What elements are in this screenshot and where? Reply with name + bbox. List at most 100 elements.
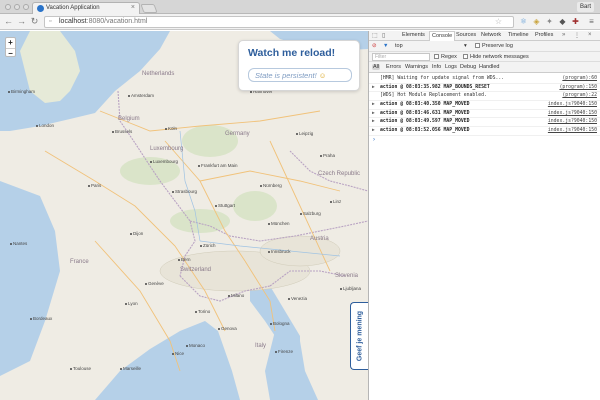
feedback-button[interactable]: Geef je mening — [350, 302, 368, 370]
filter-input[interactable]: Filter — [372, 53, 430, 61]
map-label-genoa: Genova — [218, 326, 237, 331]
tab-timeline[interactable]: Timeline — [508, 32, 529, 38]
zoom-out-button[interactable]: − — [6, 47, 15, 57]
map-label-bern: Bern — [178, 257, 191, 262]
console-log-line[interactable]: ▶ action @ 08:03:40.350 MAP_MOVED index.… — [369, 101, 600, 110]
map-label-italy: Italy — [255, 343, 267, 349]
level-all[interactable]: All — [372, 64, 381, 70]
level-handled[interactable]: Handled — [478, 64, 501, 70]
console-log-line[interactable]: ▶ action @ 08:03:52.056 MAP_MOVED index.… — [369, 127, 600, 136]
console-log-line[interactable]: [WDS] Hot Module Replacement enabled. (p… — [369, 92, 600, 102]
map-label-czech: Czech Republic — [318, 171, 361, 177]
level-info[interactable]: Info — [431, 64, 442, 70]
map-label-bologna: Bologna — [270, 321, 290, 326]
log-source-link[interactable]: index.js?9040:150 — [548, 127, 597, 136]
map-label-strasbourg: Strasbourg — [172, 189, 197, 194]
minimize-window-icon[interactable] — [14, 4, 20, 10]
map-label-netherlands: Netherlands — [142, 71, 175, 77]
expand-arrow-icon[interactable]: ▶ — [372, 101, 375, 110]
map-label-stuttgart: Stuttgart — [215, 203, 235, 208]
clear-console-icon[interactable]: ⊘ — [372, 43, 377, 49]
console-log-line[interactable]: ▶ action @ 08:03:35.982 MAP_BOUNDS_RESET… — [369, 84, 600, 93]
more-tabs-icon[interactable]: » — [562, 32, 565, 38]
back-arrow-icon[interactable]: ← — [3, 16, 14, 27]
map-label-turin: Torino — [195, 309, 210, 314]
console-log-line[interactable]: [HMR] Waiting for update signal from WDS… — [369, 75, 600, 84]
preserve-log-checkbox[interactable]: Preserve log — [475, 43, 513, 49]
close-window-icon[interactable] — [5, 4, 11, 10]
state-input[interactable]: State is persistent! ☺ — [248, 68, 352, 82]
map-label-ljubljana: Ljubljana — [340, 286, 361, 291]
tab-sources[interactable]: Sources — [456, 32, 476, 38]
zoom-in-button[interactable]: + — [6, 38, 15, 48]
close-devtools-icon[interactable]: × — [588, 32, 592, 38]
device-mode-icon[interactable]: ▯ — [382, 32, 385, 39]
filter-icon[interactable]: ▼ — [383, 43, 388, 49]
console-toolbar: ⊘ ▼ top ▾ Preserve log — [369, 41, 600, 52]
context-select[interactable]: top — [395, 43, 403, 49]
reload-icon[interactable]: ↻ — [29, 16, 40, 27]
map-label-marseille: Marseille — [120, 366, 141, 371]
extension-shield-icon[interactable]: ◆ — [557, 16, 568, 27]
tab-network[interactable]: Network — [481, 32, 501, 38]
map-label-birmingham: Birmingham — [8, 89, 35, 94]
expand-arrow-icon[interactable]: ▶ — [372, 127, 375, 136]
console-log-line[interactable]: ▶ action @ 08:03:49.597 MAP_MOVED index.… — [369, 118, 600, 128]
map-label-geneva: Genève — [145, 281, 164, 286]
expand-arrow-icon[interactable]: ▶ — [372, 84, 375, 93]
map-zoom-control: + − — [5, 37, 16, 57]
context-dropdown-icon[interactable]: ▾ — [464, 43, 467, 49]
map-label-france: France — [70, 259, 89, 265]
map-label-germany: Germany — [225, 131, 250, 137]
page-info-icon[interactable]: ▫ — [49, 18, 51, 25]
map-label-dijon: Dijon — [130, 231, 143, 236]
log-source-link[interactable]: (program):22 — [562, 92, 597, 101]
extension-puzzle-icon[interactable]: ✦ — [544, 16, 555, 27]
tab-console[interactable]: Console — [429, 31, 456, 41]
extension-tool-icon[interactable]: ✚ — [570, 16, 581, 27]
map-label-london: London — [36, 123, 54, 128]
map-label-leipzig: Leipzig — [296, 131, 313, 136]
expand-arrow-icon[interactable]: ▶ — [372, 118, 375, 127]
log-source-link[interactable]: (program):60 — [562, 75, 597, 84]
map-label-zurich: Zürich — [200, 243, 216, 248]
level-warnings[interactable]: Warnings — [404, 64, 429, 70]
tab-title: Vacation Application — [46, 5, 100, 11]
console-prompt[interactable]: › — [369, 136, 600, 145]
level-errors[interactable]: Errors — [385, 64, 402, 70]
map-label-luxembourg: Luxembourg — [150, 146, 184, 152]
map-label-frankfurt: Frankfurt am Main — [198, 163, 238, 168]
log-source-link[interactable]: index.js?9040:150 — [548, 118, 597, 127]
bookmark-star-icon[interactable]: ☆ — [493, 16, 504, 27]
tab-profiles[interactable]: Profiles — [535, 32, 553, 38]
extension-react-icon[interactable]: ⚛ — [518, 16, 529, 27]
map-view[interactable]: Netherlands Belgium Luxembourg Germany C… — [0, 31, 368, 400]
level-logs[interactable]: Logs — [444, 64, 458, 70]
address-bar[interactable]: ▫ localhost:8080/vacation.html — [44, 16, 514, 28]
console-log-line[interactable]: ▶ action @ 08:03:46.631 MAP_MOVED index.… — [369, 110, 600, 119]
url-host: localhost — [59, 18, 87, 25]
new-tab-button[interactable] — [140, 4, 158, 13]
devtools-menu-icon[interactable]: ⋮ — [574, 32, 580, 39]
log-message: action @ 08:03:49.597 MAP_MOVED — [380, 119, 470, 125]
log-source-link[interactable]: index.js?9040:150 — [548, 101, 597, 110]
hide-network-checkbox[interactable]: Hide network messages — [463, 54, 529, 60]
browser-menu-icon[interactable]: ≡ — [586, 16, 597, 27]
profile-button[interactable]: Bart — [576, 2, 594, 12]
devtools-tabs: ⬚ ▯ Elements Console Sources Network Tim… — [369, 31, 600, 41]
log-source-link[interactable]: index.js?9040:150 — [548, 110, 597, 119]
level-debug[interactable]: Debug — [459, 64, 477, 70]
map-label-innsbruck: Innsbruck — [268, 249, 291, 254]
forward-arrow-icon[interactable]: → — [16, 16, 27, 27]
browser-tab[interactable]: Vacation Application × — [32, 2, 140, 14]
regex-checkbox[interactable]: Regex — [434, 54, 457, 60]
tab-elements[interactable]: Elements — [402, 32, 425, 38]
expand-arrow-icon[interactable]: ▶ — [372, 110, 375, 119]
maximize-window-icon[interactable] — [23, 4, 29, 10]
log-source-link[interactable]: (program):150 — [559, 84, 597, 93]
inspect-icon[interactable]: ⬚ — [372, 32, 378, 39]
extension-redux-icon[interactable]: ◈ — [531, 16, 542, 27]
close-tab-icon[interactable]: × — [131, 4, 135, 11]
map-label-toulouse: Toulouse — [70, 366, 91, 371]
reload-card: Watch me reload! State is persistent! ☺ — [238, 40, 360, 91]
